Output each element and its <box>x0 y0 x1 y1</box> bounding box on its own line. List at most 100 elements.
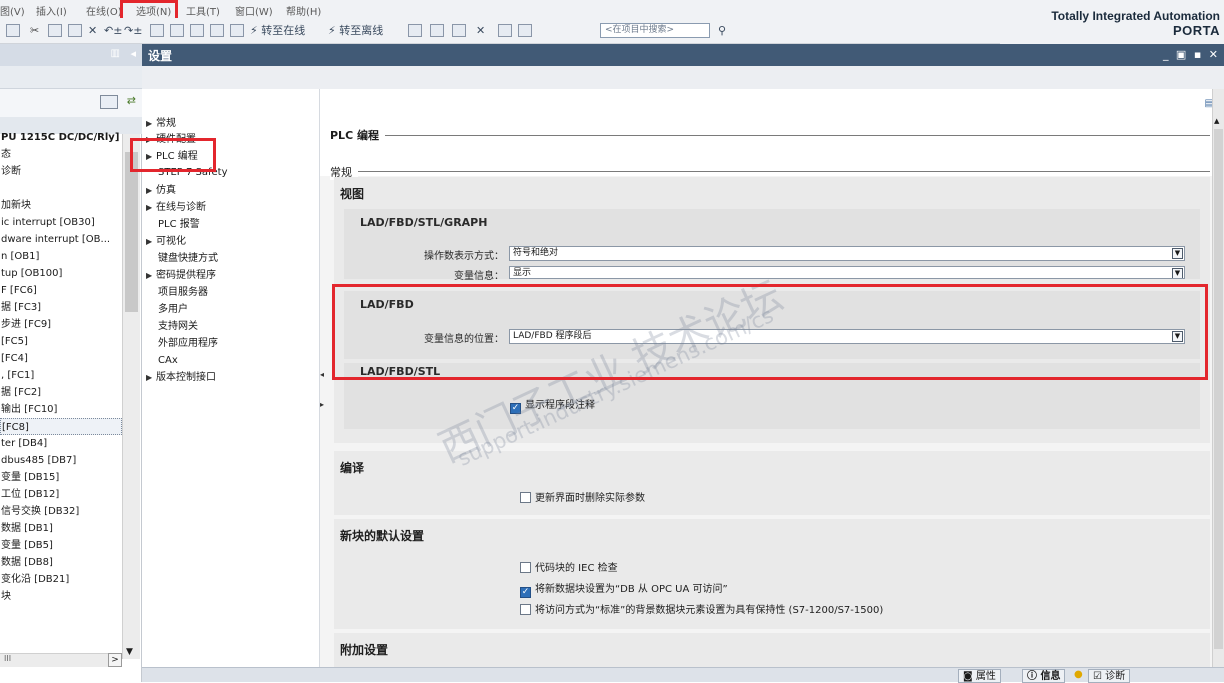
expand-arrow-icon[interactable]: ▶ <box>146 235 156 249</box>
nav-item[interactable]: 键盘快捷方式 <box>158 252 218 266</box>
show-overview-icon[interactable]: ⇄ <box>127 94 136 107</box>
content-vertical-scrollbar[interactable]: ▲ <box>1212 89 1224 667</box>
delete-icon[interactable]: ✕ <box>88 22 97 40</box>
tree-item[interactable]: 工位 [DB12] <box>0 486 122 503</box>
delete-actual-params-option[interactable]: 更新界面时删除实际参数 <box>520 492 645 505</box>
undo-icon[interactable]: ↶± <box>104 22 122 40</box>
device-icon[interactable] <box>210 24 224 37</box>
expand-right-arrow-icon[interactable]: ▸ <box>320 400 324 409</box>
tree-item[interactable]: F [FC6] <box>0 282 122 299</box>
tree-item[interactable]: 数据 [DB8] <box>0 554 122 571</box>
cross-reference-icon[interactable]: ✕ <box>476 22 485 40</box>
menu-help[interactable]: 帮助(H) <box>286 3 321 18</box>
dropdown-arrow-icon[interactable]: ▼ <box>1172 268 1183 278</box>
tree-item[interactable]: 信号交换 [DB32] <box>0 503 122 520</box>
window-controls[interactable]: _ ▣ ▪ ✕ <box>1163 48 1220 61</box>
nav-item[interactable]: ▶ 密码提供程序 <box>146 269 216 283</box>
tree-item[interactable] <box>0 112 122 129</box>
nav-item[interactable]: 支持网关 <box>158 320 198 334</box>
menu-tools[interactable]: 工具(T) <box>186 3 220 18</box>
tree-item[interactable] <box>0 180 122 197</box>
scroll-down-icon[interactable]: ▼ <box>126 647 133 657</box>
tree-item[interactable]: , [FC1] <box>0 367 122 384</box>
expand-arrow-icon[interactable]: ▶ <box>146 201 156 215</box>
properties-tab[interactable]: ◙ 属性 <box>958 669 1001 683</box>
nav-item[interactable]: 外部应用程序 <box>158 337 218 351</box>
tree-item[interactable]: 加新块 <box>0 197 122 214</box>
tree-item[interactable]: tup [OB100] <box>0 265 122 282</box>
tree-item[interactable]: ic interrupt [OB30] <box>0 214 122 231</box>
menu-window[interactable]: 窗口(W) <box>235 3 273 18</box>
simulation-icon[interactable] <box>230 24 244 37</box>
checkbox-unchecked-icon[interactable] <box>520 562 531 573</box>
scroll-up-icon[interactable]: ▲ <box>1214 117 1219 125</box>
tree-item[interactable]: 变量 [DB5] <box>0 537 122 554</box>
retain-standard-db-option[interactable]: 将访问方式为“标准”的背景数据块元素设置为具有保持性 (S7-1200/S7-1… <box>520 604 883 617</box>
tree-item[interactable]: 变量 [DB15] <box>0 469 122 486</box>
info-tab[interactable]: ⓘ 信息 <box>1022 669 1066 683</box>
nav-item[interactable]: 项目服务器 <box>158 286 208 300</box>
upload-icon[interactable] <box>190 24 204 37</box>
tree-item[interactable]: n [OB1] <box>0 248 122 265</box>
copy-icon[interactable] <box>48 24 62 37</box>
opc-ua-accessible-option[interactable]: ✓ 将新数据块设置为“DB 从 OPC UA 可访问” <box>520 583 728 598</box>
content-scroll-thumb[interactable] <box>1214 129 1223 649</box>
nav-item[interactable]: ▶ 可视化 <box>146 235 186 249</box>
nav-item[interactable]: ▶ 常规 <box>146 117 176 131</box>
save-icon[interactable] <box>6 24 20 37</box>
accessible-devices-icon[interactable] <box>408 24 422 37</box>
tree-item[interactable]: 诊断 <box>0 163 122 180</box>
collapse-left-arrow-icon[interactable]: ◂ <box>320 370 324 379</box>
tree-item[interactable]: PU 1215C DC/DC/Rly] <box>0 129 122 146</box>
go-online-button[interactable]: ⚡ 转至在线 <box>250 22 305 40</box>
hscroll-thumb[interactable]: III <box>4 654 11 663</box>
nav-item[interactable]: ▶ 在线与诊断 <box>146 201 206 215</box>
expand-arrow-icon[interactable]: ▶ <box>146 184 156 198</box>
nav-item[interactable]: 多用户 <box>158 303 188 317</box>
nav-item[interactable]: CAx <box>158 354 178 368</box>
scroll-thumb[interactable] <box>125 152 138 312</box>
checkbox-unchecked-icon[interactable] <box>520 604 531 615</box>
tree-item[interactable]: [FC8] <box>0 418 122 435</box>
stop-icon[interactable] <box>452 24 466 37</box>
tree-item[interactable]: [FC5] <box>0 333 122 350</box>
iec-check-option[interactable]: 代码块的 IEC 检查 <box>520 562 618 575</box>
pane-toggle-icon[interactable]: ▥ <box>111 48 120 59</box>
operand-display-dropdown[interactable]: 符号和绝对 ▼ <box>509 246 1185 261</box>
tree-item[interactable]: 输出 [FC10] <box>0 401 122 418</box>
expand-arrow-icon[interactable]: ▶ <box>146 269 156 283</box>
scroll-right-icon[interactable]: > <box>108 653 122 667</box>
menu-view[interactable]: 图(V) <box>0 3 25 18</box>
go-offline-button[interactable]: ⚡ 转至离线 <box>328 22 383 40</box>
expand-arrow-icon[interactable]: ▶ <box>146 371 156 385</box>
tree-item[interactable]: ter [DB4] <box>0 435 122 452</box>
cut-icon[interactable]: ✂ <box>30 22 39 40</box>
diagnostics-tab[interactable]: ☑ 诊断 <box>1088 669 1131 683</box>
tree-item[interactable]: dware interrupt [OB... <box>0 231 122 248</box>
tree-item[interactable]: 步进 [FC9] <box>0 316 122 333</box>
split-horizontal-icon[interactable] <box>498 24 512 37</box>
nav-item[interactable]: PLC 报警 <box>158 218 200 232</box>
expand-arrow-icon[interactable]: ▶ <box>146 117 156 131</box>
download-icon[interactable] <box>170 24 184 37</box>
paste-icon[interactable] <box>68 24 82 37</box>
menu-insert[interactable]: 插入(I) <box>36 3 67 18</box>
nav-item[interactable]: ▶ 仿真 <box>146 184 176 198</box>
tree-item[interactable]: 块 <box>0 588 122 605</box>
tree-item[interactable]: 数据 [DB1] <box>0 520 122 537</box>
project-search-input[interactable]: <在项目中搜索> <box>600 23 710 38</box>
tree-item[interactable] <box>0 95 122 112</box>
project-tree-vertical-scrollbar[interactable]: ▼ <box>122 134 140 659</box>
split-vertical-icon[interactable] <box>518 24 532 37</box>
checkbox-unchecked-icon[interactable] <box>520 492 531 503</box>
collapse-left-icon[interactable]: ◂ <box>130 47 136 60</box>
search-binoculars-icon[interactable]: ⚲ <box>718 22 726 40</box>
tag-info-dropdown[interactable]: 显示 ▼ <box>509 266 1185 279</box>
tree-item[interactable]: 据 [FC2] <box>0 384 122 401</box>
nav-item[interactable]: ▶ 版本控制接口 <box>146 371 216 385</box>
redo-icon[interactable]: ↷± <box>124 22 142 40</box>
tree-item[interactable]: 态 <box>0 146 122 163</box>
tree-item[interactable]: dbus485 [DB7] <box>0 452 122 469</box>
menu-online[interactable]: 在线(O) <box>86 3 122 18</box>
tree-item[interactable]: 据 [FC3] <box>0 299 122 316</box>
